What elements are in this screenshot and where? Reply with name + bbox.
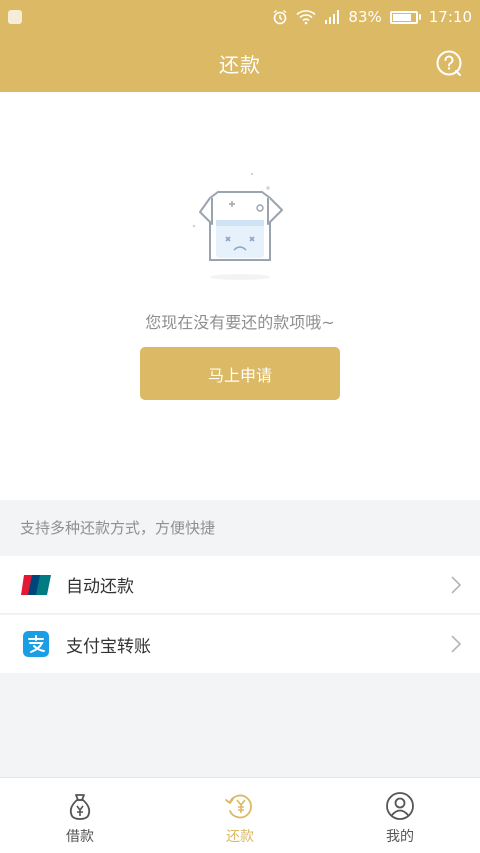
empty-state-section: 您现在没有要还的款项哦~ 马上申请 (0, 92, 480, 500)
app-notification-icon (8, 10, 22, 24)
auto-repay-row[interactable]: 自动还款 (0, 556, 480, 614)
chevron-right-icon (451, 635, 462, 653)
wifi-icon (296, 10, 316, 25)
page-title: 还款 (219, 52, 261, 77)
battery-icon (389, 10, 421, 24)
bottom-tab-bar: 借款 还款 我的 (0, 777, 480, 853)
tab-repay[interactable]: 还款 (160, 778, 320, 853)
status-bar: 83% 17:10 (0, 0, 480, 34)
money-bag-icon (69, 794, 91, 820)
signal-icon (325, 10, 340, 24)
tab-mine[interactable]: 我的 (320, 778, 480, 853)
empty-box-icon (192, 172, 283, 280)
alipay-transfer-row[interactable]: 支付宝转账 (0, 615, 480, 673)
question-icon[interactable] (434, 48, 464, 78)
tab-repay-label: 还款 (226, 829, 254, 845)
tab-mine-label: 我的 (386, 829, 414, 845)
user-icon (386, 792, 414, 820)
empty-message: 您现在没有要还的款项哦~ (145, 313, 335, 332)
alipay-icon (21, 629, 51, 659)
unionpay-icon (21, 570, 51, 600)
app-header: 还款 (0, 34, 480, 92)
chevron-right-icon (451, 576, 462, 594)
auto-repay-label: 自动还款 (66, 577, 134, 597)
battery-percent: 83% (348, 8, 382, 26)
payment-methods-header: 支持多种还款方式，方便快捷 (0, 500, 480, 555)
alipay-transfer-label: 支付宝转账 (66, 636, 151, 657)
tab-borrow-label: 借款 (66, 829, 94, 845)
alarm-icon (273, 9, 287, 25)
tab-borrow[interactable]: 借款 (0, 778, 160, 853)
repay-icon (225, 794, 252, 819)
status-time: 17:10 (428, 8, 472, 26)
apply-now-button[interactable]: 马上申请 (140, 347, 340, 400)
